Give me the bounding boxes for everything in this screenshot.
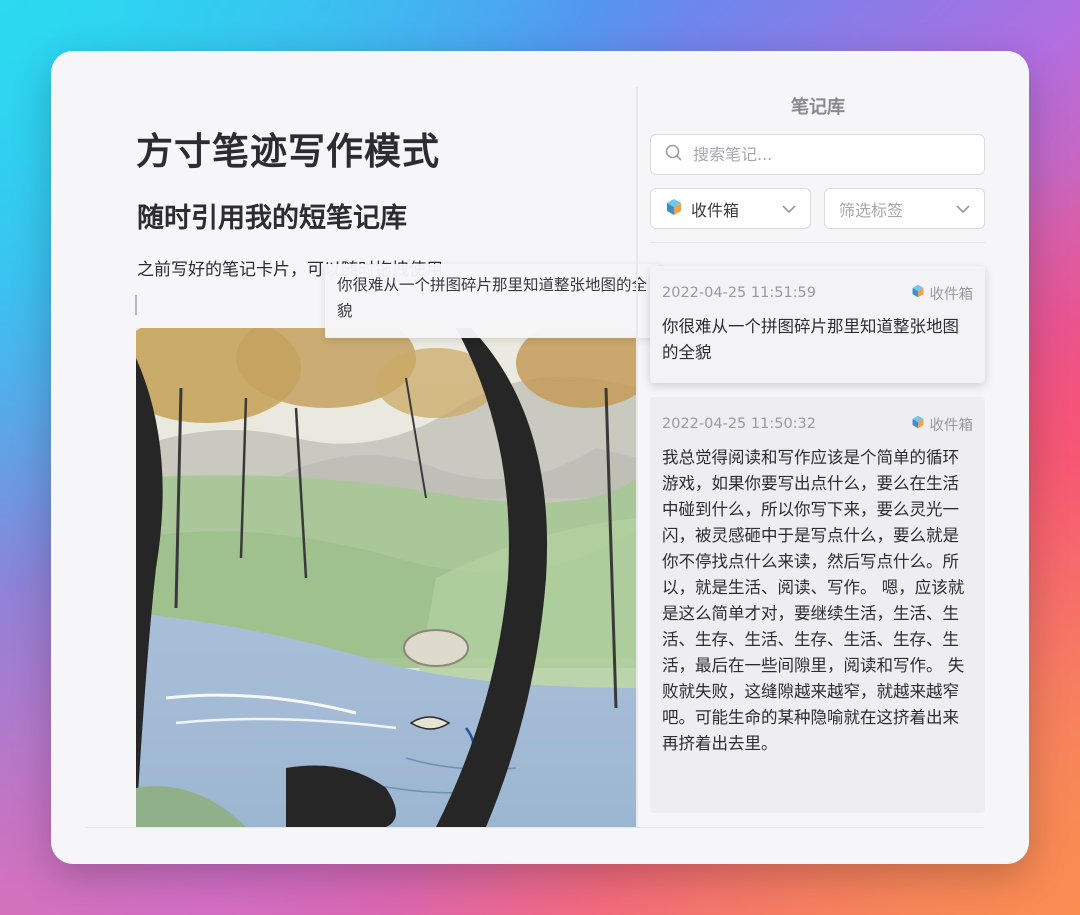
text-cursor — [135, 295, 137, 315]
note-tag-label: 收件箱 — [929, 286, 974, 303]
notes-library-sidebar: 笔记库 收件箱 筛选标签 2022-04-25 11:51 — [638, 51, 1029, 864]
document-title[interactable]: 方寸笔迹写作模式 — [136, 121, 440, 175]
note-timestamp: 2022-04-25 11:51:59 — [662, 285, 816, 301]
editor-pane[interactable]: 方寸笔迹写作模式 随时引用我的短笔记库 之前写好的笔记卡片，可以随时拖拽使用 你… — [51, 51, 659, 864]
dragged-note-preview[interactable]: 你很难从一个拼图碎片那里知道整张地图的全貌 — [325, 264, 659, 338]
inbox-cube-icon — [665, 198, 683, 220]
note-tag[interactable]: 收件箱 — [911, 414, 974, 435]
search-icon — [665, 144, 683, 166]
note-tag[interactable]: 收件箱 — [911, 283, 974, 304]
chevron-down-icon — [956, 199, 970, 218]
chevron-down-icon — [782, 199, 796, 218]
note-meta: 2022-04-25 11:50:32 收件箱 — [662, 411, 973, 437]
tag-filter-dropdown[interactable]: 筛选标签 — [824, 188, 985, 229]
note-card[interactable]: 2022-04-25 11:51:59 收件箱 你很难从一个拼图碎片那里知道整张… — [650, 266, 985, 383]
filter-separator — [650, 242, 985, 243]
inbox-filter-dropdown[interactable]: 收件箱 — [650, 188, 811, 229]
search-input[interactable] — [691, 144, 975, 165]
inbox-cube-icon — [911, 415, 925, 433]
inbox-cube-icon — [911, 284, 925, 302]
note-timestamp: 2022-04-25 11:50:32 — [662, 416, 816, 432]
sidebar-title: 笔记库 — [791, 97, 845, 118]
note-body: 我总觉得阅读和写作应该是个简单的循环游戏，如果你要写出点什么，要么在生活中碰到什… — [662, 448, 965, 753]
inbox-filter-label: 收件箱 — [691, 200, 740, 220]
note-meta: 2022-04-25 11:51:59 收件箱 — [662, 280, 973, 306]
search-box[interactable] — [650, 134, 985, 175]
app-window: 方寸笔迹写作模式 随时引用我的短笔记库 之前写好的笔记卡片，可以随时拖拽使用 你… — [51, 51, 1029, 864]
note-body: 你很难从一个拼图碎片那里知道整张地图的全貌 — [662, 317, 959, 362]
note-tag-label: 收件箱 — [929, 417, 974, 434]
forest-river-illustration — [136, 328, 637, 827]
note-card[interactable]: 2022-04-25 11:50:32 收件箱 我总觉得阅读和写作应该是个简单的… — [650, 397, 985, 813]
tag-filter-label: 筛选标签 — [839, 200, 904, 220]
document-subtitle[interactable]: 随时引用我的短笔记库 — [137, 196, 407, 235]
